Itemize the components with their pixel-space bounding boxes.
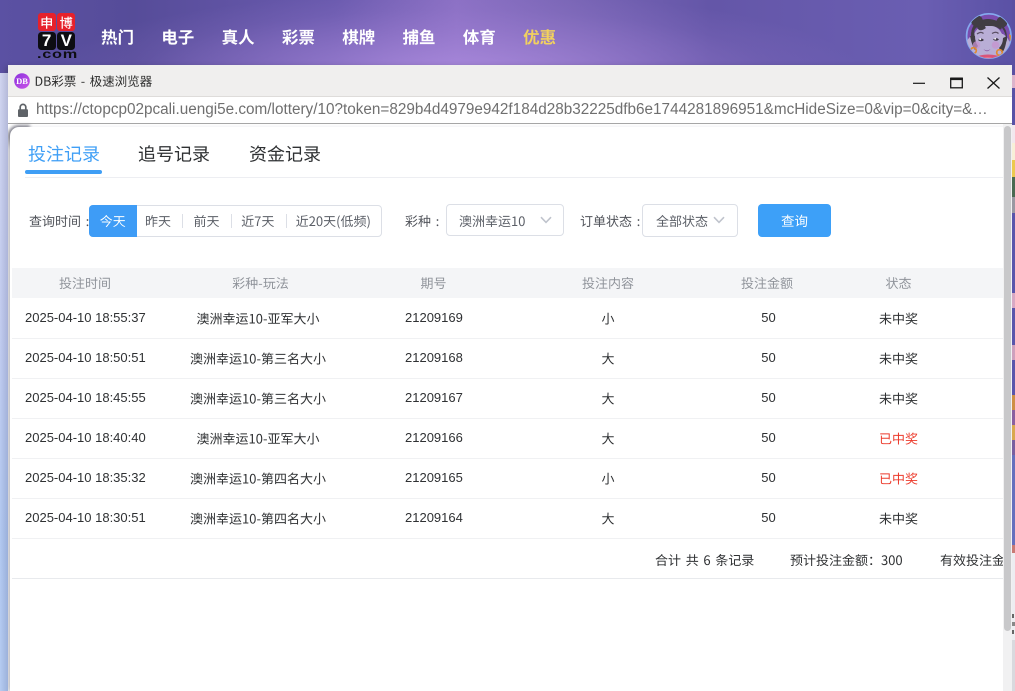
svg-text:DB: DB <box>16 76 28 86</box>
